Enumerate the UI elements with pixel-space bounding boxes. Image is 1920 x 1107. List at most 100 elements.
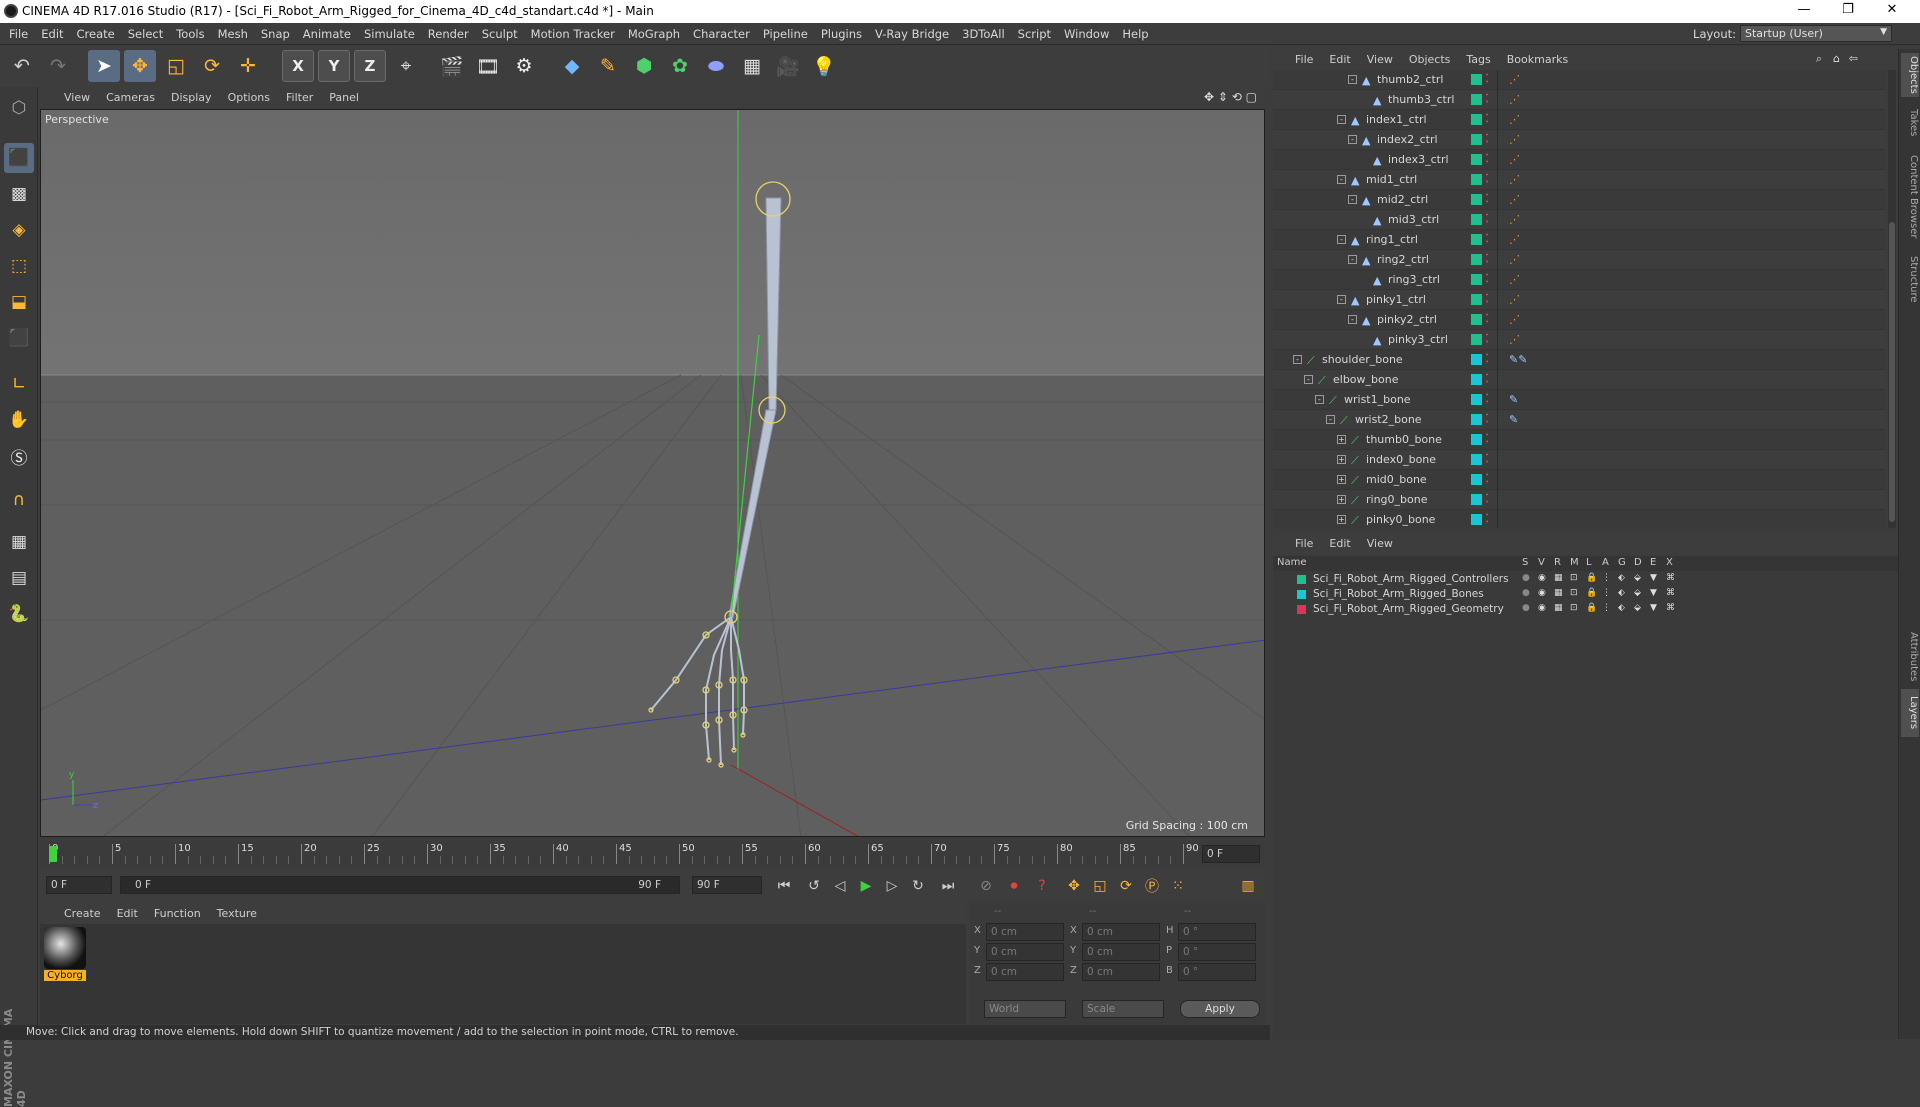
layer-column-header[interactable]: S [1522,557,1528,568]
visibility-dots-icon[interactable]: • • [1485,192,1491,206]
coord-mode-select[interactable]: Scale [1082,1000,1164,1018]
layer-column-header[interactable]: M [1570,557,1579,568]
object-menu-objects[interactable]: Objects [1401,49,1459,66]
lock-toggle-icon[interactable]: 🔒 [1586,603,1597,613]
layer-color-swatch[interactable] [1471,174,1482,185]
object-row[interactable]: - ▲ thumb2_ctrl • • ⋰ [1273,70,1885,90]
layer-column-header[interactable]: R [1554,557,1561,568]
go-to-end-icon[interactable]: ⏭ [936,874,960,898]
render-toggle-icon[interactable]: ▦ [1554,588,1563,598]
object-row[interactable]: ▲ ring3_ctrl • • ⋰ [1273,270,1885,290]
menu-edit[interactable]: Edit [34,23,69,41]
lock-toggle-icon[interactable]: 🔒 [1586,573,1597,583]
visibility-dots-icon[interactable]: • • [1485,72,1491,86]
menu-character[interactable]: Character [686,23,756,41]
start-frame-field[interactable]: 0 F [46,876,112,894]
coord-value-field[interactable]: 0 ° [1178,963,1256,981]
animation-toggle-icon[interactable]: ⋮ [1602,603,1611,613]
layer-color-swatch[interactable] [1471,494,1482,505]
object-row[interactable]: + ⟋ pinky0_bone • • [1273,510,1885,528]
fold-toggle-icon[interactable]: - [1348,195,1357,204]
layer-color-swatch[interactable] [1297,590,1306,599]
layer-color-swatch[interactable] [1471,254,1482,265]
record-disabled-icon[interactable]: ⊘ [974,874,998,898]
tweak-mode-icon[interactable]: ✋ [4,405,34,435]
select-arrow-icon[interactable]: ➤ [88,50,120,82]
generator-toggle-icon[interactable]: ⬖ [1618,573,1625,583]
layer-color-swatch[interactable] [1471,334,1482,345]
redo-icon[interactable]: ↷ [42,50,74,82]
rotate-tool-icon[interactable]: ⟳ [196,50,228,82]
object-row[interactable]: ▲ index3_ctrl • • ⋰ [1273,150,1885,170]
expression-toggle-icon[interactable]: ▼ [1650,603,1657,613]
snap-icon[interactable]: Ⓢ [4,441,34,471]
edges-mode-icon[interactable]: ⬓ [4,287,34,317]
play-icon[interactable]: ▶ [854,874,878,898]
layout-select[interactable]: Startup (User) ▼ [1740,25,1892,42]
axis-x-button[interactable]: X [282,50,314,82]
layer-row[interactable]: Sci_Fi_Robot_Arm_Rigged_Geometry ● ◉ ▦ ⊡ 🔒 ⋮ ⬖ ⬙… [1273,602,1898,617]
ik-tag-icon[interactable]: ⋰ [1509,213,1520,226]
layer-menu-view[interactable]: View [1359,533,1401,550]
key-pla-icon[interactable]: ⁙ [1166,874,1190,898]
object-menu-view[interactable]: View [1359,49,1401,66]
python-icon[interactable]: 🐍 [4,599,34,629]
layer-color-swatch[interactable] [1471,94,1482,105]
go-to-start-icon[interactable]: ⏮ [772,874,796,898]
xref-toggle-icon[interactable]: ⌘ [1666,573,1675,583]
joint-weight-tag-icon[interactable]: ✎✎ [1509,353,1527,366]
menu-motion-tracker[interactable]: Motion Tracker [524,23,621,41]
material-menu-edit[interactable]: Edit [109,903,146,920]
object-row[interactable]: ▲ thumb3_ctrl • • ⋰ [1273,90,1885,110]
animation-toggle-icon[interactable]: ⋮ [1602,573,1611,583]
ik-tag-icon[interactable]: ⋰ [1509,113,1520,126]
deformer-toggle-icon[interactable]: ⬙ [1634,603,1641,613]
ik-tag-icon[interactable]: ⋰ [1509,333,1520,346]
layer-column-header[interactable]: Name [1277,557,1307,568]
menu-create[interactable]: Create [70,23,121,41]
visibility-dots-icon[interactable]: • • [1485,452,1491,466]
coordinate-system-icon[interactable]: ⌖ [390,50,422,82]
ik-tag-icon[interactable]: ⋰ [1509,233,1520,246]
home-icon[interactable]: ⌂ [1833,52,1840,65]
object-menu-tags[interactable]: Tags [1458,49,1498,66]
visibility-dots-icon[interactable]: • • [1485,152,1491,166]
scrollbar-thumb[interactable] [1889,222,1895,522]
render-picture-viewer-icon[interactable]: 🎞 [472,50,504,82]
viewport-menu-cameras[interactable]: Cameras [98,87,163,104]
close-button[interactable]: ✕ [1870,2,1914,21]
autokey-icon[interactable]: ? [1030,874,1054,898]
tab-content-browser[interactable]: Content Browser [1901,149,1919,245]
visibility-dots-icon[interactable]: • • [1485,512,1491,526]
key-parameter-icon[interactable]: Ⓟ [1140,874,1164,898]
visibility-dots-icon[interactable]: • • [1485,412,1491,426]
object-menu-edit[interactable]: Edit [1321,49,1358,66]
manager-toggle-icon[interactable]: ⊡ [1570,603,1578,613]
layer-color-swatch[interactable] [1471,154,1482,165]
tab-attributes[interactable]: Attributes [1901,629,1919,685]
object-row[interactable]: - ⟋ elbow_bone • • [1273,370,1885,390]
manager-toggle-icon[interactable]: ⊡ [1570,573,1578,583]
coord-value-field[interactable]: 0 cm [1082,943,1160,961]
viewport-menu-filter[interactable]: Filter [278,87,321,104]
visibility-dots-icon[interactable]: • • [1485,292,1491,306]
layer-column-header[interactable]: E [1650,557,1656,568]
tab-layers[interactable]: Layers [1901,689,1919,737]
pen-spline-icon[interactable]: ✎ [592,50,624,82]
menu-render[interactable]: Render [421,23,475,41]
layer-menu-edit[interactable]: Edit [1321,533,1358,550]
menu-tools[interactable]: Tools [169,23,210,41]
restore-button[interactable]: ❐ [1826,2,1870,21]
layer-name[interactable]: Sci_Fi_Robot_Arm_Rigged_Bones [1313,588,1484,600]
fold-toggle-icon[interactable]: + [1337,475,1346,484]
object-row[interactable]: ▲ pinky3_ctrl • • ⋰ [1273,330,1885,350]
fold-toggle-icon[interactable]: - [1326,415,1335,424]
visibility-dots-icon[interactable]: • • [1485,392,1491,406]
polygons-mode-icon[interactable]: ⬛ [4,323,34,353]
object-row[interactable]: - ⟋ wrist1_bone • • ✎ [1273,390,1885,410]
object-row[interactable]: - ⟋ wrist2_bone • • ✎ [1273,410,1885,430]
minimize-button[interactable]: — [1782,2,1826,21]
render-settings-icon[interactable]: ⚙ [508,50,540,82]
visibility-dots-icon[interactable]: • • [1485,312,1491,326]
layer-row[interactable]: Sci_Fi_Robot_Arm_Rigged_Bones ● ◉ ▦ ⊡ 🔒 ⋮ ⬖ ⬙ ▼ ⌘ [1273,587,1898,602]
